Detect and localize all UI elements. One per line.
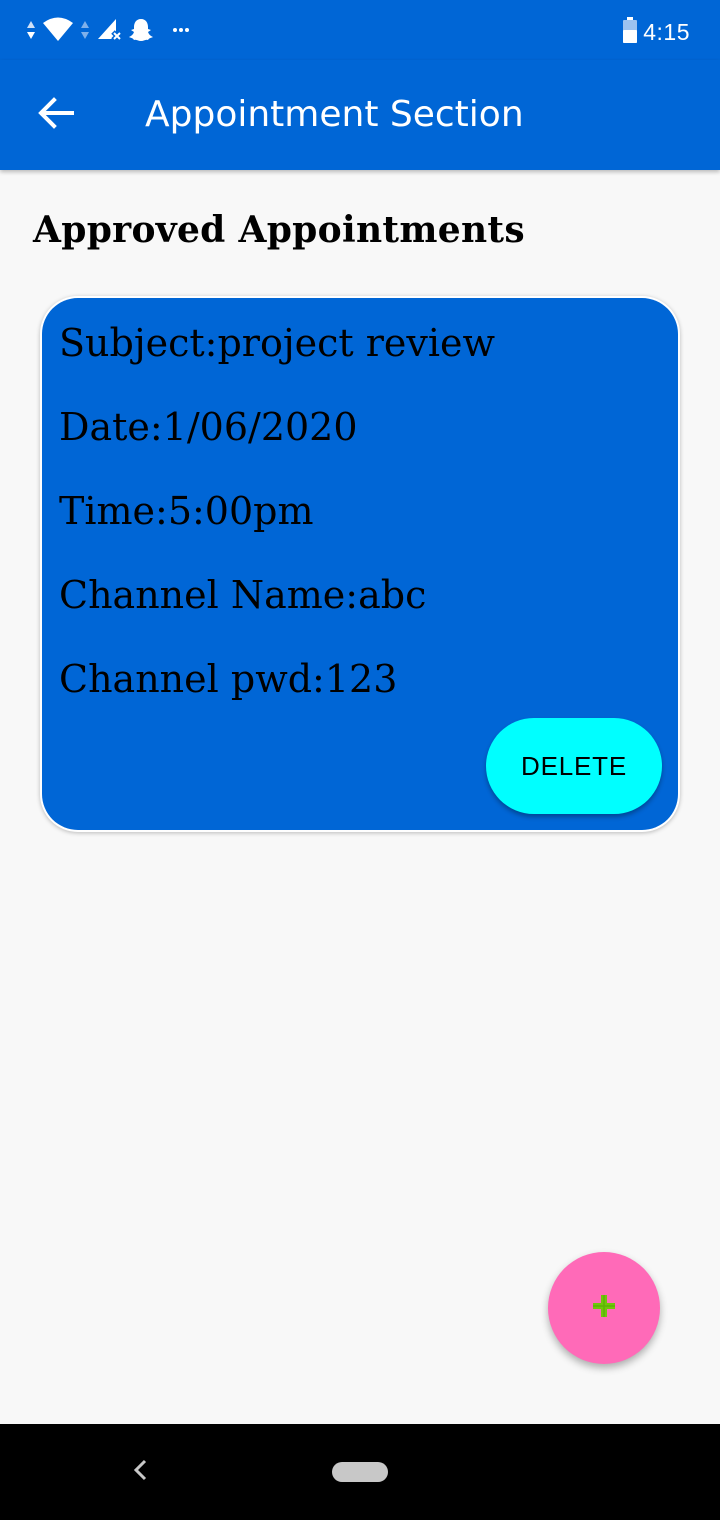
status-icons-right: 4:15 xyxy=(623,16,690,48)
nav-back-icon xyxy=(132,1458,148,1486)
section-title: Approved Appointments xyxy=(33,209,525,251)
appointment-channel-pwd: Channel pwd:123 xyxy=(59,657,398,701)
plus-icon xyxy=(589,1291,619,1325)
appointment-subject: Subject:project review xyxy=(59,321,496,365)
arrow-back-icon xyxy=(38,97,74,133)
back-button[interactable] xyxy=(28,87,84,143)
system-nav-bar xyxy=(0,1424,720,1520)
app-title: Appointment Section xyxy=(145,94,524,135)
appointment-card-body: Subject:project review Date:1/06/2020 Ti… xyxy=(42,298,678,830)
data-arrows-icon xyxy=(80,19,90,41)
status-icons-left xyxy=(26,14,190,46)
home-pill-button[interactable] xyxy=(332,1462,388,1482)
add-appointment-button[interactable] xyxy=(548,1252,660,1364)
more-dots-icon xyxy=(172,27,190,33)
status-bar: 4:15 xyxy=(0,0,720,60)
signal-off-icon xyxy=(96,17,122,43)
screen: 4:15 Appointment Section Approved Appoin… xyxy=(0,0,720,1520)
status-time: 4:15 xyxy=(643,18,690,45)
data-arrows-icon xyxy=(26,19,36,41)
battery-icon xyxy=(623,17,638,47)
appointment-date: Date:1/06/2020 xyxy=(59,405,358,449)
wifi-icon xyxy=(42,17,74,43)
snapchat-icon xyxy=(128,17,154,43)
appointment-time: Time:5:00pm xyxy=(59,489,314,533)
app-bar: Appointment Section xyxy=(0,60,720,170)
nav-back-button[interactable] xyxy=(122,1454,158,1490)
delete-button[interactable]: DELETE xyxy=(486,718,662,814)
appointment-card: Subject:project review Date:1/06/2020 Ti… xyxy=(40,296,680,832)
appointment-channel-name: Channel Name:abc xyxy=(59,573,427,617)
